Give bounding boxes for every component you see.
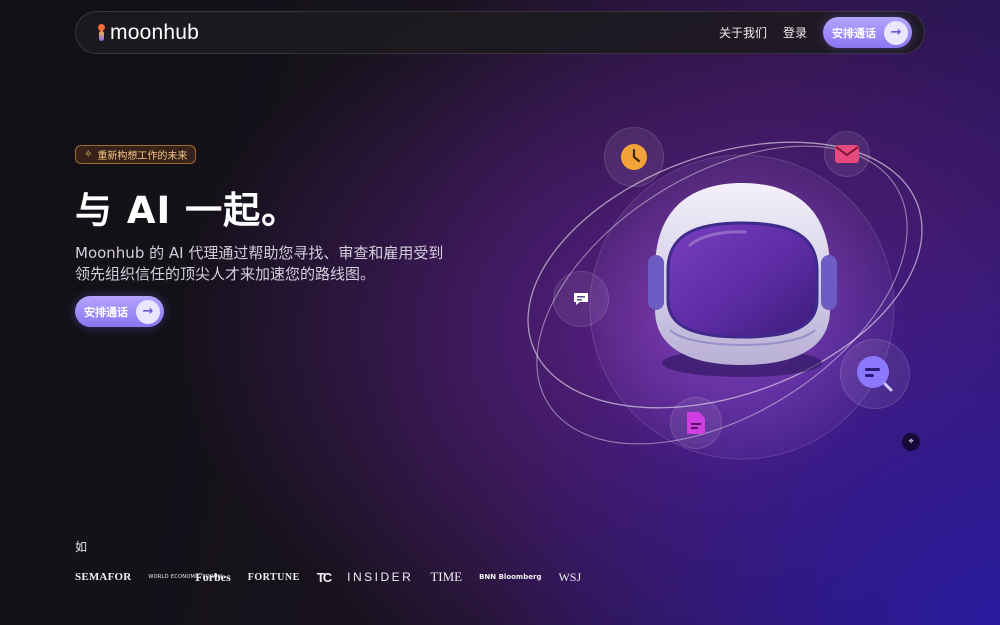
nav-link-login[interactable]: 登录 xyxy=(783,24,807,41)
nav-schedule-call-button[interactable]: 安排通话 → xyxy=(823,17,912,48)
search-bubble xyxy=(840,339,910,409)
bnn-bloomberg-logo: BNN Bloomberg xyxy=(479,573,542,581)
top-nav: moonhub 关于我们 登录 安排通话 → xyxy=(75,11,925,54)
search-icon xyxy=(857,356,893,392)
arrow-right-icon: → xyxy=(884,20,908,45)
document-icon xyxy=(687,412,705,434)
partners-heading: 如 xyxy=(75,540,88,554)
hero-schedule-call-button[interactable]: 安排通话 → xyxy=(75,296,164,327)
world-economic-forum-logo: WORLD ECONOMIC FORUM xyxy=(148,574,223,580)
astronaut-illustration xyxy=(500,95,960,485)
document-bubble xyxy=(670,397,722,449)
hero-cta-label: 安排通话 xyxy=(84,305,128,319)
insider-logo: INSIDER xyxy=(347,570,414,584)
wsj-logo: WSJ xyxy=(558,569,582,584)
arrow-right-icon: → xyxy=(136,299,160,324)
clock-bubble xyxy=(604,127,664,187)
hero-description: Moonhub 的 AI 代理通过帮助您寻找、审查和雇用受到领先组织信任的顶尖人… xyxy=(75,244,444,283)
moonhub-logo-icon xyxy=(96,23,106,42)
nav-link-about[interactable]: 关于我们 xyxy=(719,24,767,41)
chat-icon xyxy=(574,293,588,305)
fortune-logo: FORTUNE xyxy=(247,571,300,583)
hero-title: 与 AI 一起。 xyxy=(75,189,300,232)
nav-cta-label: 安排通话 xyxy=(832,26,876,40)
mail-bubble xyxy=(824,131,870,177)
hero-badge: ✧ 重新构想工作的未来 xyxy=(75,145,197,164)
moonhub-logo[interactable]: moonhub xyxy=(96,21,199,45)
time-logo: TIME xyxy=(430,569,463,584)
semafor-logo: SEMAFOR xyxy=(75,571,132,583)
mail-icon xyxy=(835,145,859,163)
partner-logos: SEMAFOR WORLD ECONOMIC FORUM Forbes FORT… xyxy=(75,563,598,591)
clock-icon xyxy=(621,144,647,170)
logo-text: moonhub xyxy=(110,20,199,44)
forbes-logo: Forbes xyxy=(195,569,231,584)
sparkle-icon: ✧ xyxy=(84,149,93,160)
hero-badge-text: 重新构想工作的未来 xyxy=(97,151,188,162)
chat-bubble xyxy=(553,271,609,327)
techcrunch-logo: TC xyxy=(316,569,332,585)
scan-icon[interactable]: ⌖ xyxy=(902,433,920,451)
